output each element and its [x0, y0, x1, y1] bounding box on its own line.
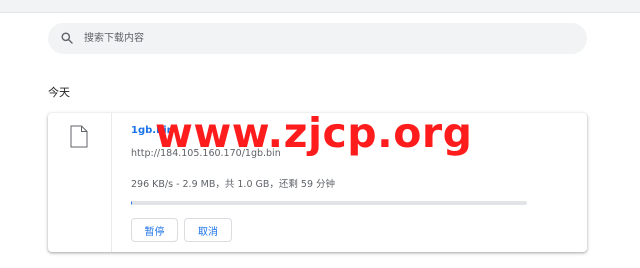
watermark-overlay: www.zjcp.org: [155, 109, 473, 157]
pause-button[interactable]: 暂停: [131, 218, 178, 242]
download-progress-bar: [131, 201, 527, 205]
download-progress-fill: [131, 201, 133, 205]
file-icon: [70, 125, 88, 148]
cancel-button[interactable]: 取消: [184, 218, 232, 242]
search-icon[interactable]: [61, 32, 73, 44]
search-input[interactable]: [84, 23, 564, 54]
top-toolbar: [0, 0, 640, 13]
section-date-heading: 今天: [48, 86, 70, 99]
download-status: 296 KB/s - 2.9 MB，共 1.0 GB，还剩 59 分钟: [131, 179, 336, 190]
search-bar[interactable]: [48, 23, 587, 54]
file-icon-column: [48, 113, 112, 252]
